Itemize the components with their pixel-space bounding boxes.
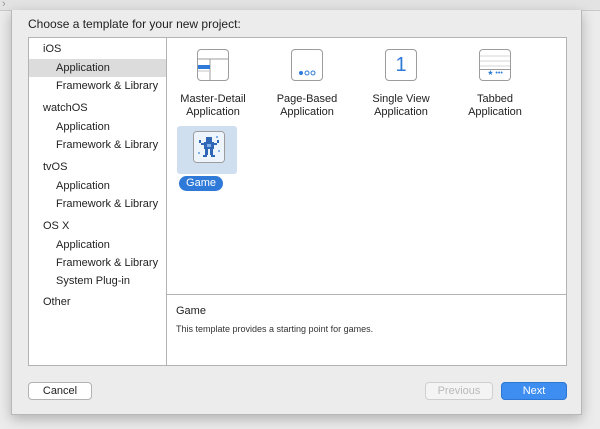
- sidebar-category-osx: OS X: [43, 220, 70, 232]
- sidebar-item-tvos-framework-library[interactable]: Framework & Library: [29, 195, 166, 213]
- template-label: Page-Based Application: [276, 93, 338, 118]
- sidebar-category-ios: iOS: [43, 43, 62, 55]
- template-grid: Master-Detail Application Page-Based App…: [167, 38, 566, 294]
- template-label: Master-Detail Application: [180, 93, 246, 118]
- page-based-icon: [291, 49, 323, 81]
- template-chooser-panel: iOS Application Framework & Library watc…: [28, 37, 567, 366]
- sidebar-category-watchos: watchOS: [43, 102, 88, 114]
- template-label: Tabbed Application: [468, 93, 522, 118]
- template-label: Single View Application: [372, 93, 430, 118]
- game-icon: [193, 131, 225, 163]
- next-button[interactable]: Next: [501, 382, 567, 400]
- sidebar-item-ios-framework-library[interactable]: Framework & Library: [29, 77, 166, 95]
- description-title: Game: [176, 305, 206, 317]
- game-template-label[interactable]: Game: [179, 176, 223, 191]
- sidebar-item-tvos-application[interactable]: Application: [29, 177, 166, 195]
- sidebar-item-osx-framework-library[interactable]: Framework & Library: [29, 254, 166, 272]
- dialog-title: Choose a template for your new project:: [28, 17, 241, 31]
- single-view-icon: 1: [385, 49, 417, 81]
- chevron-right-icon: ›: [2, 0, 6, 10]
- description-text: This template provides a starting point …: [176, 324, 374, 334]
- sidebar-item-other[interactable]: Other: [29, 293, 166, 311]
- template-description-pane: Game This template provides a starting p…: [167, 294, 566, 365]
- new-project-sheet: Choose a template for your new project: …: [11, 10, 582, 415]
- template-game-selected[interactable]: [177, 126, 237, 174]
- sidebar-item-watchos-framework-library[interactable]: Framework & Library: [29, 136, 166, 154]
- sidebar-item-osx-system-plugin[interactable]: System Plug-in: [29, 272, 166, 290]
- tabbed-icon: ★ •••: [479, 49, 511, 81]
- sidebar-category-tvos: tvOS: [43, 161, 68, 173]
- previous-button[interactable]: Previous: [425, 382, 493, 400]
- cancel-button[interactable]: Cancel: [28, 382, 92, 400]
- master-detail-icon: [197, 49, 229, 81]
- sidebar-item-ios-application[interactable]: Application: [29, 59, 166, 77]
- sidebar-item-watchos-application[interactable]: Application: [29, 118, 166, 136]
- sidebar-item-osx-application[interactable]: Application: [29, 236, 166, 254]
- platform-sidebar[interactable]: iOS Application Framework & Library watc…: [29, 38, 167, 365]
